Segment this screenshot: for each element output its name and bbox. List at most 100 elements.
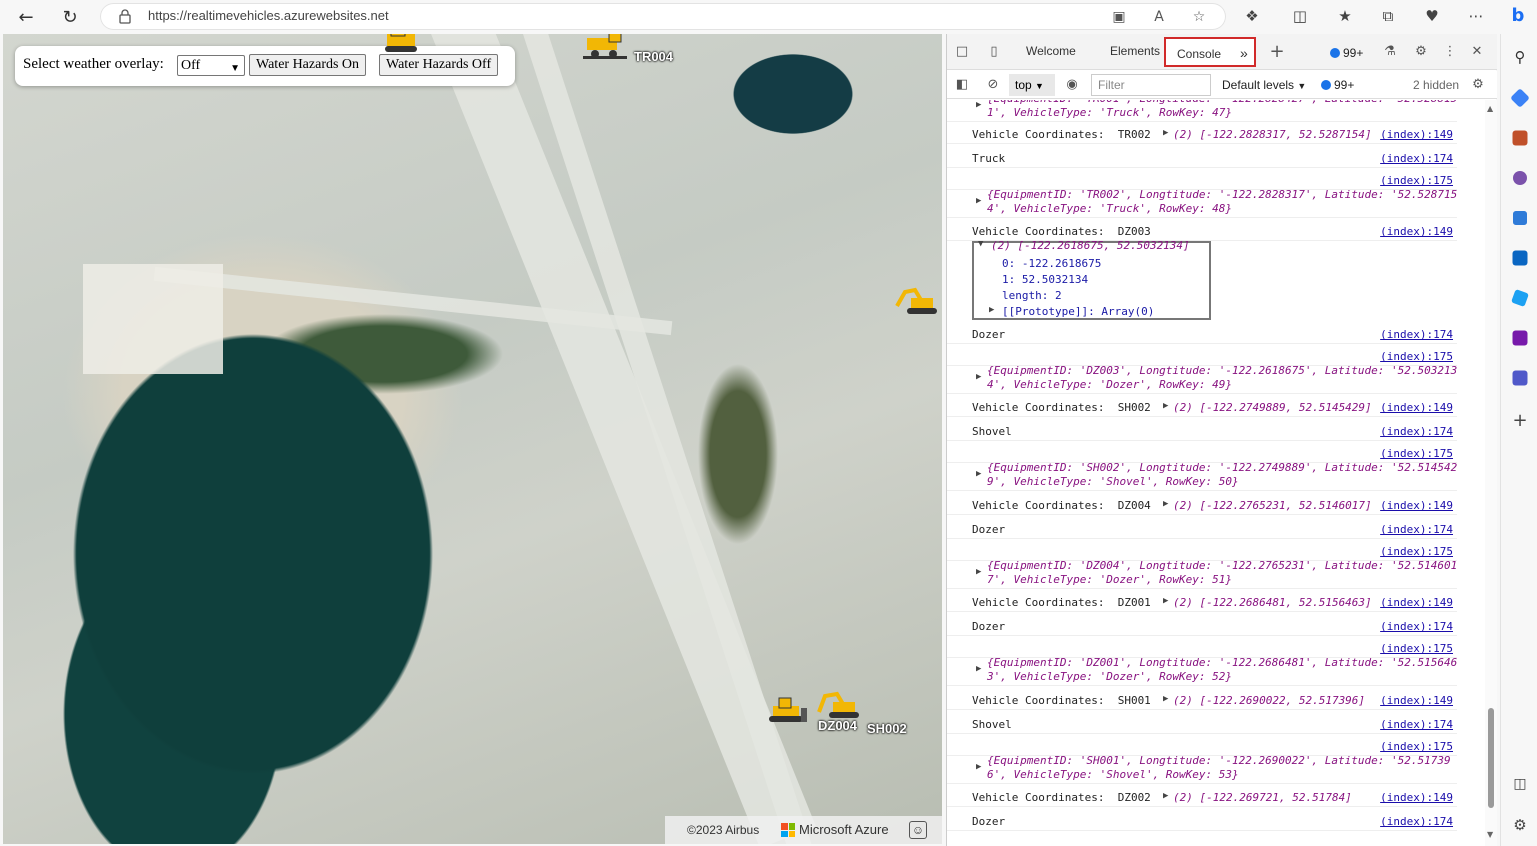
expand-triangle-icon[interactable]: ▶ bbox=[1163, 499, 1168, 509]
console-line: Truck (index):174 bbox=[947, 152, 1457, 168]
source-link[interactable]: (index):175 bbox=[1380, 447, 1453, 460]
truck-icon[interactable] bbox=[583, 34, 629, 60]
scroll-up-icon[interactable]: ▲ bbox=[1487, 104, 1493, 113]
issues-badge[interactable]: 99+ bbox=[1330, 46, 1363, 60]
close-icon[interactable]: ✕ bbox=[1468, 43, 1486, 61]
console-scrollbar[interactable]: ▲ ▼ bbox=[1485, 100, 1497, 846]
sidebar-layout-icon[interactable]: ◫ bbox=[1510, 776, 1530, 796]
source-link[interactable]: (index):174 bbox=[1380, 718, 1453, 731]
shopping-icon[interactable] bbox=[1510, 88, 1530, 108]
expand-triangle-icon[interactable]: ▶ bbox=[1163, 128, 1168, 138]
tab-console[interactable]: Console » bbox=[1164, 37, 1256, 67]
source-link[interactable]: (index):175 bbox=[1380, 174, 1453, 187]
source-link[interactable]: (index):149 bbox=[1380, 596, 1453, 609]
sidebar-settings-icon[interactable]: ⚙ bbox=[1510, 816, 1530, 836]
favorites-icon[interactable]: ★ bbox=[1335, 6, 1355, 26]
browser-essentials-icon[interactable]: ♥ bbox=[1422, 6, 1442, 26]
coordinates-array[interactable]: (2) [-122.2686481, 52.5156463] bbox=[1173, 596, 1372, 609]
source-link[interactable]: (index):175 bbox=[1380, 642, 1453, 655]
add-tab-icon[interactable]: + bbox=[1268, 43, 1286, 61]
expand-triangle-icon[interactable]: ▶ bbox=[1163, 791, 1168, 801]
console-line: length: 2 bbox=[947, 289, 1457, 305]
collapse-triangle-icon[interactable]: ▼ bbox=[978, 239, 983, 249]
tab-elements[interactable]: Elements bbox=[1110, 44, 1160, 58]
read-aloud-icon[interactable]: A bbox=[1150, 8, 1168, 26]
source-link[interactable]: (index):175 bbox=[1380, 545, 1453, 558]
clear-console-icon[interactable]: ⊘ bbox=[984, 76, 1002, 94]
expand-triangle-icon[interactable]: ▶ bbox=[1163, 596, 1168, 606]
source-link[interactable]: (index):149 bbox=[1380, 225, 1453, 238]
drop-icon[interactable] bbox=[1511, 289, 1529, 307]
messages-badge[interactable]: 99+ bbox=[1321, 78, 1354, 92]
scroll-thumb[interactable] bbox=[1488, 708, 1494, 808]
split-screen-icon[interactable]: ◫ bbox=[1290, 6, 1310, 26]
source-link[interactable]: (index):175 bbox=[1380, 350, 1453, 363]
coordinates-array[interactable]: (2) [-122.2828317, 52.5287154] bbox=[1173, 128, 1372, 141]
device-emulation-icon[interactable]: ▯ bbox=[985, 43, 1003, 61]
expand-triangle-icon[interactable]: ▶ bbox=[1163, 694, 1168, 704]
weather-overlay-select[interactable]: Off ▼ bbox=[177, 55, 245, 76]
coordinates-array[interactable]: (2) [-122.269721, 52.51784] bbox=[1173, 791, 1352, 804]
source-link[interactable]: (index):149 bbox=[1380, 694, 1453, 707]
sidebar-toggle-icon[interactable]: ◧ bbox=[953, 76, 971, 94]
source-link[interactable]: (index):174 bbox=[1380, 152, 1453, 165]
teams-icon[interactable] bbox=[1512, 370, 1528, 386]
live-expression-icon[interactable]: ◉ bbox=[1063, 76, 1081, 94]
map-view[interactable]: Select weather overlay: Off ▼ Water Haza… bbox=[3, 34, 942, 844]
scroll-down-icon[interactable]: ▼ bbox=[1487, 830, 1493, 839]
hidden-count: 2 hidden bbox=[1413, 78, 1460, 92]
feedback-icon[interactable]: ☺ bbox=[909, 821, 927, 839]
coordinates-array[interactable]: (2) [-122.2749889, 52.5145429] bbox=[1173, 401, 1372, 414]
dozer-icon[interactable] bbox=[767, 696, 813, 726]
source-link[interactable]: (index):174 bbox=[1380, 328, 1453, 341]
coordinates-array[interactable]: (2) [-122.2690022, 52.517396] bbox=[1173, 694, 1365, 707]
more-options-icon[interactable]: ⋮ bbox=[1441, 43, 1459, 61]
console-line: Vehicle Coordinates: DZ004 ▶ (2) [-122.276… bbox=[947, 499, 1457, 515]
source-link[interactable]: (index):174 bbox=[1380, 425, 1453, 438]
address-bar[interactable]: https://realtimevehicles.azurewebsites.n… bbox=[100, 3, 1226, 30]
coordinates-array[interactable]: (2) [-122.2765231, 52.5146017] bbox=[1173, 499, 1372, 512]
source-link[interactable]: (index):149 bbox=[1380, 499, 1453, 512]
context-select[interactable]: top ▼ bbox=[1009, 74, 1055, 96]
outlook-icon[interactable] bbox=[1512, 250, 1528, 266]
copilot-icon[interactable] bbox=[1513, 211, 1527, 225]
water-hazards-off-button[interactable]: Water Hazards Off bbox=[379, 54, 499, 76]
log-levels-select[interactable]: Default levels ▼ bbox=[1222, 78, 1306, 92]
excavator-icon[interactable] bbox=[815, 690, 861, 720]
source-link[interactable]: (index):175 bbox=[1380, 740, 1453, 753]
more-icon[interactable]: ⋯ bbox=[1466, 6, 1486, 26]
bing-icon[interactable]: b bbox=[1508, 6, 1528, 26]
more-tabs-icon[interactable]: » bbox=[1240, 45, 1248, 61]
tab-welcome[interactable]: Welcome bbox=[1026, 44, 1076, 58]
console-settings-icon[interactable]: ⚙ bbox=[1469, 76, 1487, 94]
console-output[interactable]: ▶ {EquipmentID: 'TR001', Longtitude: '-12… bbox=[947, 100, 1475, 846]
source-link[interactable]: (index):174 bbox=[1380, 815, 1453, 828]
water-hazards-on-button[interactable]: Water Hazards On bbox=[249, 54, 367, 76]
console-line: Dozer (index):174 bbox=[947, 523, 1457, 539]
settings-icon[interactable]: ⚙ bbox=[1412, 43, 1430, 61]
source-link[interactable]: (index):174 bbox=[1380, 620, 1453, 633]
filter-input[interactable]: Filter bbox=[1091, 74, 1211, 96]
onenote-icon[interactable] bbox=[1512, 330, 1528, 346]
source-link[interactable]: (index):174 bbox=[1380, 523, 1453, 536]
back-icon[interactable]: ← bbox=[14, 5, 38, 29]
extensions-icon[interactable]: ❖ bbox=[1242, 6, 1262, 26]
games-icon[interactable] bbox=[1513, 171, 1527, 185]
source-link[interactable]: (index):149 bbox=[1380, 401, 1453, 414]
tabs-icon[interactable]: ▣ bbox=[1110, 8, 1128, 26]
tools-icon[interactable] bbox=[1512, 130, 1528, 146]
add-icon[interactable]: + bbox=[1510, 410, 1530, 431]
connect-icon[interactable]: ⚗ bbox=[1381, 43, 1399, 61]
favorite-icon[interactable]: ☆ bbox=[1190, 8, 1208, 26]
expand-triangle-icon[interactable]: ▶ bbox=[1163, 401, 1168, 411]
refresh-icon[interactable]: ↻ bbox=[58, 5, 82, 29]
console-line: Vehicle Coordinates: DZ002 ▶ (2) [-122.269… bbox=[947, 791, 1457, 807]
source-link[interactable]: (index):149 bbox=[1380, 791, 1453, 804]
source-link[interactable]: (index):149 bbox=[1380, 128, 1453, 141]
inspect-icon[interactable]: □ bbox=[953, 43, 971, 61]
search-icon[interactable]: ⚲ bbox=[1510, 48, 1530, 68]
excavator-icon[interactable] bbox=[893, 286, 939, 316]
collections-icon[interactable]: ⧉ bbox=[1378, 6, 1398, 26]
expand-triangle-icon[interactable]: ▶ bbox=[989, 305, 994, 315]
dozer-icon[interactable] bbox=[381, 34, 427, 54]
